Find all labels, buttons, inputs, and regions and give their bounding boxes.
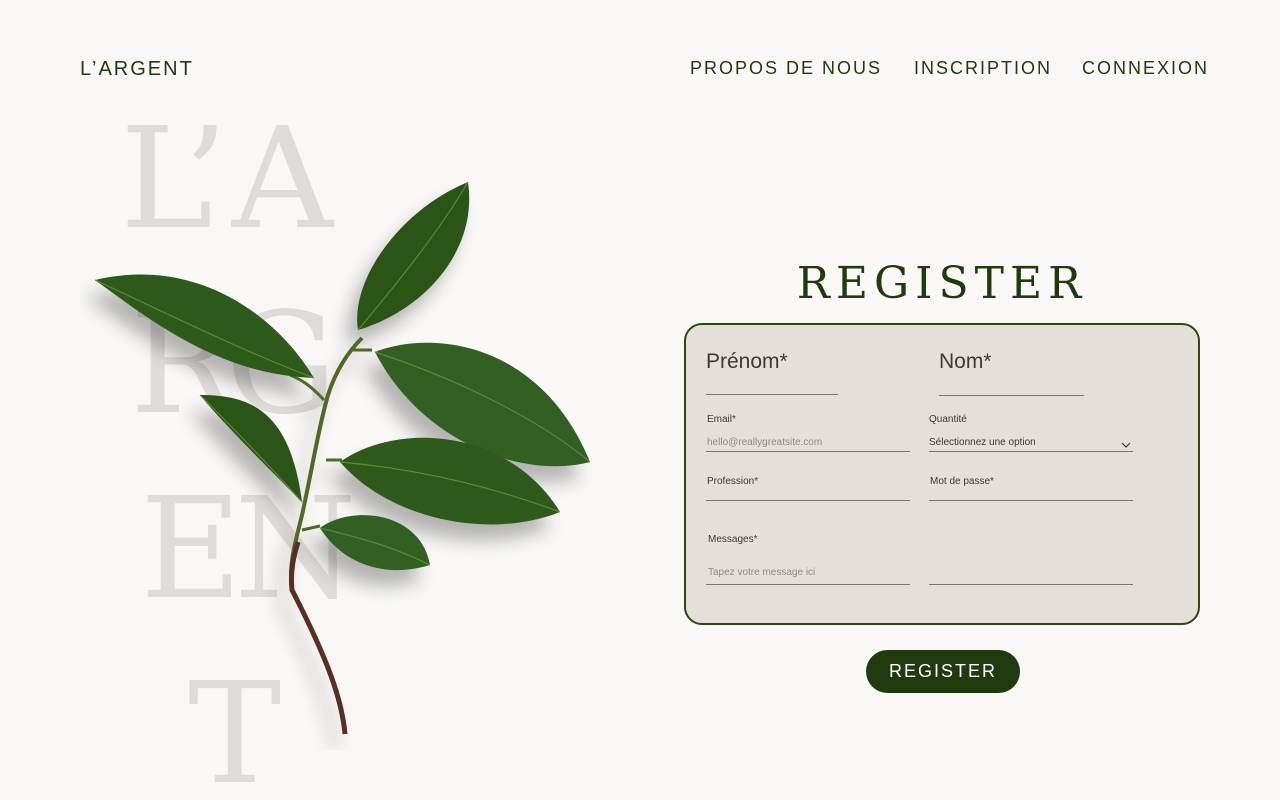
first-name-label: Prénom* <box>706 350 788 373</box>
register-button[interactable]: REGISTER <box>866 650 1020 693</box>
quantity-label: Quantité <box>929 414 967 425</box>
messages-field-underline <box>706 584 910 585</box>
email-label: Email* <box>707 414 736 425</box>
messages-field[interactable]: Tapez votre message ici <box>708 567 815 578</box>
nav-link-inscription[interactable]: INSCRIPTION <box>914 58 1052 79</box>
registration-form: Prénom* Nom* Email* hello@reallygreatsit… <box>684 323 1200 625</box>
nav-link-about[interactable]: PROPOS DE NOUS <box>690 58 882 79</box>
email-field-underline <box>706 451 910 452</box>
password-field[interactable] <box>929 500 1133 501</box>
password-label: Mot de passe* <box>930 476 994 487</box>
messages-label: Messages* <box>708 534 758 545</box>
profession-field[interactable] <box>706 500 910 501</box>
leaf-branch-image <box>94 181 591 735</box>
nav-link-connexion[interactable]: CONNEXION <box>1082 58 1209 79</box>
profession-label: Profession* <box>707 476 759 487</box>
messages-field-underline-right <box>929 584 1133 585</box>
last-name-field[interactable] <box>939 395 1084 396</box>
register-title: REGISTER <box>796 258 1088 309</box>
email-field[interactable]: hello@reallygreatsite.com <box>707 437 822 448</box>
top-nav: PROPOS DE NOUS INSCRIPTION CONNEXION <box>0 58 1280 82</box>
chevron-down-icon[interactable] <box>1121 441 1131 449</box>
last-name-label: Nom* <box>939 350 992 373</box>
first-name-field[interactable] <box>706 394 838 395</box>
quantity-select-underline <box>929 451 1133 452</box>
quantity-select[interactable]: Sélectionnez une option <box>929 437 1036 448</box>
